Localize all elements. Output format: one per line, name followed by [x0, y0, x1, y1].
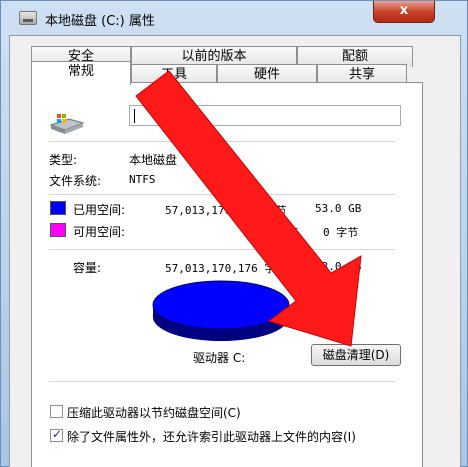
divider [49, 141, 395, 142]
disk-cleanup-button[interactable]: 磁盘清理(D) [311, 344, 401, 366]
capacity-label: 容量: [73, 261, 102, 275]
windows-drive-icon [49, 114, 85, 134]
capacity-size: 53.0 GB [315, 260, 362, 273]
index-checkbox[interactable] [50, 427, 63, 442]
free-space-bytes: 0 字节 [263, 226, 299, 239]
free-space-size: 0 字节 [323, 226, 359, 239]
window-title: 本地磁盘 (C:) 属性 [45, 14, 155, 29]
used-space-label: 已用空间: [73, 203, 126, 217]
filesystem-label: 文件系统: [49, 174, 102, 188]
used-space-size: 53.0 GB [315, 202, 362, 215]
pie-used-slice [152, 280, 290, 330]
drive-letter-label: 驱动器 C: [193, 351, 246, 365]
tab-general[interactable]: 常规 [31, 61, 131, 85]
text-caret [134, 109, 135, 123]
filesystem-value: NTFS [129, 173, 156, 186]
divider [49, 249, 395, 250]
compress-checkbox[interactable] [50, 405, 63, 418]
used-space-bytes: 57,013,170,176 字节 [165, 204, 287, 217]
divider [49, 381, 395, 382]
used-space-swatch [50, 201, 66, 215]
free-space-label: 可用空间: [73, 225, 126, 239]
close-icon: x [399, 3, 409, 18]
type-value: 本地磁盘 [129, 153, 178, 167]
free-space-swatch [50, 223, 66, 237]
title-bar: 本地磁盘 (C:) 属性 x [1, 1, 467, 35]
capacity-bytes: 57,013,170,176 字节 [165, 262, 287, 275]
close-button[interactable]: x [373, 1, 435, 23]
compress-label: 压缩此驱动器以节约磁盘空间(C) [67, 406, 241, 420]
type-label: 类型: [49, 153, 78, 167]
index-label: 除了文件属性外，还允许索引此驱动器上文件的内容(I) [67, 430, 356, 444]
volume-name-input[interactable] [129, 105, 401, 126]
divider [49, 194, 395, 195]
drive-icon [19, 11, 37, 25]
properties-window: 本地磁盘 (C:) 属性 x 安全 以前的版本 配额 常规 工具 硬件 共享 类… [0, 0, 468, 467]
disk-usage-pie [152, 280, 290, 341]
